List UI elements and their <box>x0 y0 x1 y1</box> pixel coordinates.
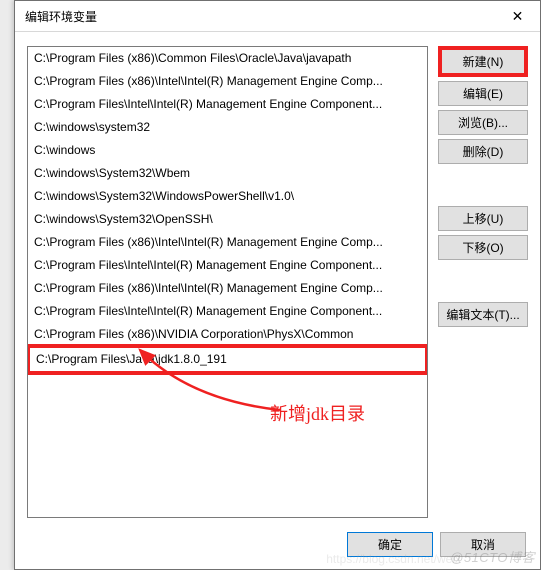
path-entry[interactable]: C:\Program Files (x86)\Intel\Intel(R) Ma… <box>28 70 427 93</box>
path-entry[interactable]: C:\windows\System32\WindowsPowerShell\v1… <box>28 185 427 208</box>
spacer <box>438 264 528 298</box>
close-button[interactable]: ✕ <box>495 1 540 32</box>
watermark-url: https://blog.csdn.net/weix <box>326 552 461 566</box>
new-button[interactable]: 新建(N) <box>438 46 528 77</box>
edit-text-button[interactable]: 编辑文本(T)... <box>438 302 528 327</box>
watermark-main: @51CTO博客 <box>450 547 535 566</box>
path-entry[interactable]: C:\Program Files (x86)\NVIDIA Corporatio… <box>28 323 427 346</box>
path-entry[interactable]: C:\Program Files\Intel\Intel(R) Manageme… <box>28 93 427 116</box>
path-entry[interactable]: C:\Program Files (x86)\Intel\Intel(R) Ma… <box>28 231 427 254</box>
delete-button[interactable]: 删除(D) <box>438 139 528 164</box>
close-icon: ✕ <box>512 8 524 25</box>
spacer <box>438 168 528 202</box>
dialog-content: C:\Program Files (x86)\Common Files\Orac… <box>15 32 540 569</box>
upper-row: C:\Program Files (x86)\Common Files\Orac… <box>27 46 528 522</box>
path-entry[interactable]: C:\windows\system32 <box>28 116 427 139</box>
path-entry[interactable]: C:\windows <box>28 139 427 162</box>
window-title: 编辑环境变量 <box>25 8 97 25</box>
move-up-button[interactable]: 上移(U) <box>438 206 528 231</box>
highlighted-entry-box: C:\Program Files\Java\jdk1.8.0_191 <box>27 344 428 375</box>
path-listbox[interactable]: C:\Program Files (x86)\Common Files\Orac… <box>27 46 428 518</box>
path-entry[interactable]: C:\windows\System32\Wbem <box>28 162 427 185</box>
edit-button[interactable]: 编辑(E) <box>438 81 528 106</box>
path-entry[interactable]: C:\Program Files\Intel\Intel(R) Manageme… <box>28 254 427 277</box>
path-entry[interactable]: C:\Program Files (x86)\Intel\Intel(R) Ma… <box>28 277 427 300</box>
browse-button[interactable]: 浏览(B)... <box>438 110 528 135</box>
button-sidebar: 新建(N) 编辑(E) 浏览(B)... 删除(D) 上移(U) 下移(O) 编… <box>438 46 528 522</box>
titlebar: 编辑环境变量 ✕ <box>15 1 540 32</box>
path-entry[interactable]: C:\Program Files\Java\jdk1.8.0_191 <box>30 348 425 371</box>
dialog-window: 编辑环境变量 ✕ C:\Program Files (x86)\Common F… <box>14 0 541 570</box>
path-entry[interactable]: C:\windows\System32\OpenSSH\ <box>28 208 427 231</box>
path-entry[interactable]: C:\Program Files\Intel\Intel(R) Manageme… <box>28 300 427 323</box>
path-entry[interactable]: C:\Program Files (x86)\Common Files\Orac… <box>28 47 427 70</box>
move-down-button[interactable]: 下移(O) <box>438 235 528 260</box>
